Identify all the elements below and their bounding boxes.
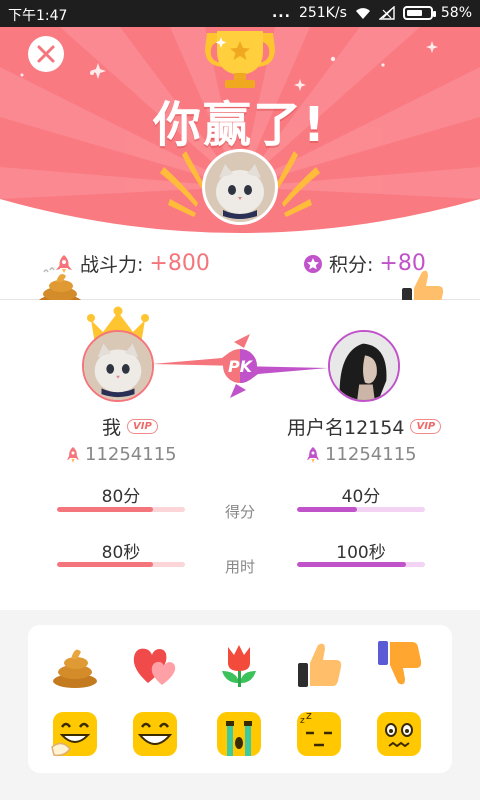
opponent-name: 用户名12154 VIP xyxy=(287,413,442,440)
my-score: 80分 xyxy=(101,487,141,507)
time-label: 用时 xyxy=(224,558,255,576)
woman-avatar-image xyxy=(330,332,398,400)
grinning-face-icon[interactable] xyxy=(130,709,180,759)
worried-face-icon[interactable] xyxy=(374,709,424,759)
crying-face-icon[interactable] xyxy=(214,709,264,759)
my-name: 我 VIP xyxy=(102,413,158,440)
poop-icon[interactable] xyxy=(50,639,100,689)
vip-badge: VIP xyxy=(410,419,442,434)
vip-badge: VIP xyxy=(127,419,158,434)
points-label: 积分: xyxy=(329,254,374,276)
thumbs-down-icon[interactable] xyxy=(374,639,424,689)
my-name-text: 我 xyxy=(102,417,122,439)
flower-icon[interactable] xyxy=(214,639,264,689)
thumbs-up-icon[interactable] xyxy=(294,639,344,689)
opponent-score-bar xyxy=(297,507,425,512)
opponent-time: 100秒 xyxy=(336,543,386,563)
cat-avatar-image xyxy=(84,332,152,400)
opponent-score: 40分 xyxy=(341,487,381,507)
rocket-icon xyxy=(307,446,319,463)
win-title: 你赢了! xyxy=(153,97,327,153)
my-avatar[interactable] xyxy=(82,330,154,402)
status-right: ... 251K/s 58% xyxy=(272,5,472,21)
battery-icon xyxy=(402,6,436,20)
laughing-face-icon[interactable] xyxy=(50,709,100,759)
sleeping-face-icon[interactable]: z z xyxy=(294,709,344,759)
my-id-text: 11254115 xyxy=(85,444,177,465)
my-time: 80秒 xyxy=(101,543,141,563)
star-badge-icon xyxy=(304,254,322,273)
close-button[interactable] xyxy=(28,36,64,72)
pk-graphic: PK xyxy=(152,334,328,398)
status-bar: 下午1:47 ... 251K/s 58% xyxy=(0,0,480,27)
signal-icon xyxy=(378,6,395,20)
battle-panel: PK 我 VIP 用户名12154 VIP 11254115 11254115 … xyxy=(0,300,480,610)
network-speed: 251K/s xyxy=(298,5,347,21)
power-label: 战斗力: xyxy=(80,254,144,276)
emoji-panel: z z xyxy=(28,625,452,773)
close-icon xyxy=(37,45,55,63)
pk-label: PK xyxy=(228,357,254,376)
opponent-time-bar xyxy=(297,562,425,567)
power-value: +800 xyxy=(149,251,210,276)
svg-text:z: z xyxy=(300,716,305,726)
winner-avatar xyxy=(202,149,278,225)
my-score-bar xyxy=(57,507,185,512)
wifi-icon xyxy=(355,8,370,19)
rocket-icon xyxy=(67,446,79,463)
battery-percent: 58% xyxy=(440,5,472,21)
opponent-id: 11254115 xyxy=(306,444,417,465)
cat-avatar-image xyxy=(205,152,275,222)
my-id: 11254115 xyxy=(66,444,177,465)
opponent-avatar[interactable] xyxy=(328,330,400,402)
trophy-icon xyxy=(205,31,275,88)
result-header: 你赢了! xyxy=(0,27,480,235)
opponent-id-text: 11254115 xyxy=(325,444,417,465)
svg-text:z: z xyxy=(306,709,312,722)
my-time-bar xyxy=(57,562,185,567)
hearts-icon[interactable] xyxy=(130,639,180,689)
status-dots: ... xyxy=(271,5,291,21)
status-time: 下午1:47 xyxy=(8,8,68,24)
opponent-name-text: 用户名12154 xyxy=(287,417,405,439)
score-label: 得分 xyxy=(224,503,255,521)
